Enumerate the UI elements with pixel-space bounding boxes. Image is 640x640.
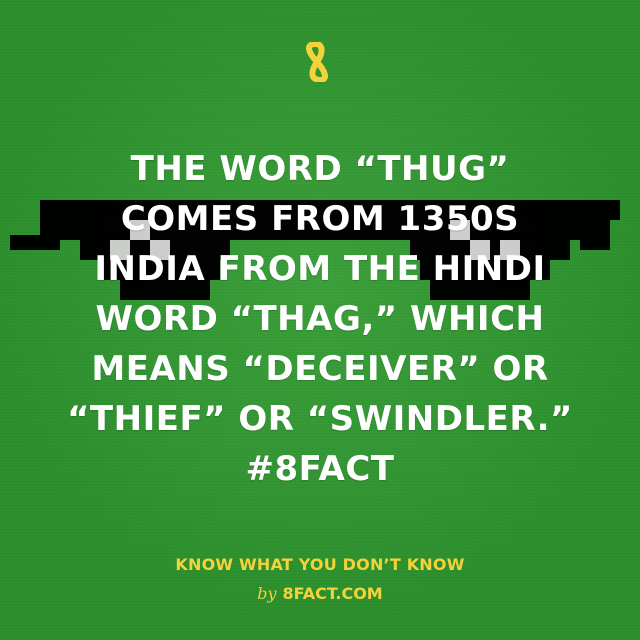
fact-line: WORD “THAG,” WHICH bbox=[95, 299, 545, 339]
fact-line: THE WORD “THUG” bbox=[130, 149, 510, 189]
byline: by 8FACT.COM bbox=[0, 584, 640, 603]
fact-card: THE WORD “THUG” COMES FROM 1350S INDIA F… bbox=[0, 0, 640, 640]
fact-text: THE WORD “THUG” COMES FROM 1350S INDIA F… bbox=[40, 144, 600, 494]
fact-line: INDIA FROM THE HINDI bbox=[94, 249, 546, 289]
tagline: KNOW WHAT YOU DON’T KNOW bbox=[175, 555, 465, 574]
infinity-8-icon bbox=[306, 42, 328, 82]
by-label: by bbox=[257, 584, 277, 603]
fact-line: “THIEF” OR “SWINDLER.” bbox=[67, 399, 573, 439]
fact-line: COMES FROM 1350S bbox=[120, 199, 520, 239]
site-name: 8FACT.COM bbox=[282, 584, 383, 603]
fact-line: MEANS “DECEIVER” OR bbox=[91, 349, 549, 389]
fact-hashtag: #8FACT bbox=[245, 449, 395, 489]
